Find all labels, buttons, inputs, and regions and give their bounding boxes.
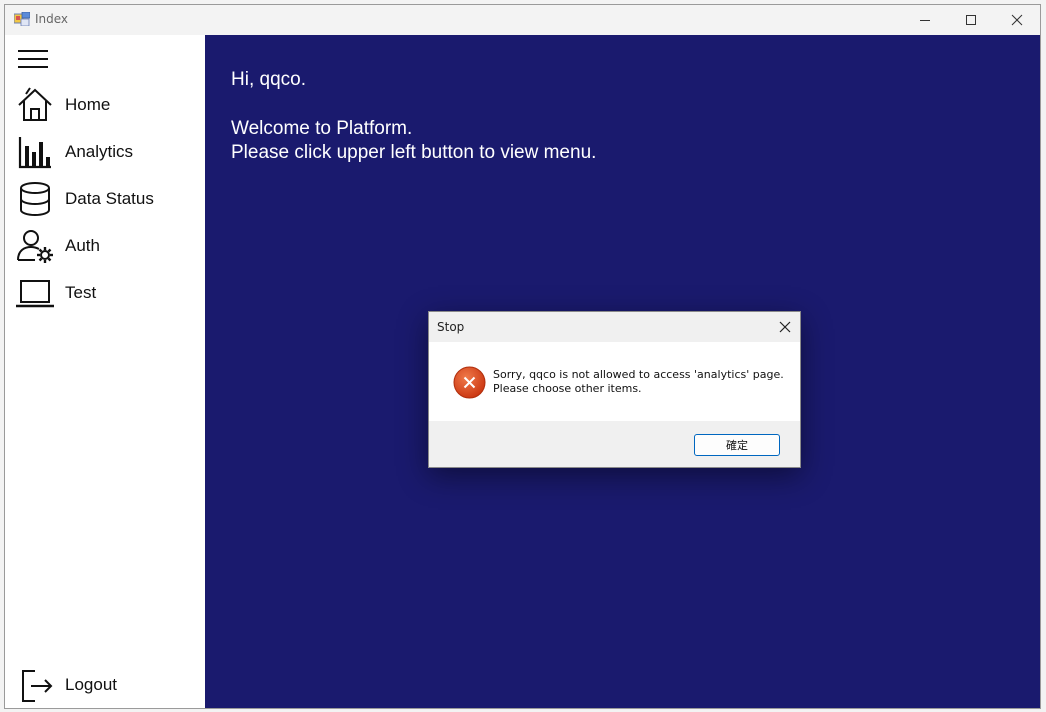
sidebar-item-auth[interactable]: Auth xyxy=(13,226,198,268)
app-icon xyxy=(14,12,30,26)
sidebar-item-label: Logout xyxy=(65,675,117,694)
window-title: Index xyxy=(35,12,69,26)
sidebar-item-logout[interactable]: Logout xyxy=(13,665,198,707)
menu-toggle-button[interactable] xyxy=(17,47,49,71)
hamburger-icon xyxy=(18,50,48,68)
message-line: Please choose other items. xyxy=(493,382,642,395)
sidebar-item-home[interactable]: Home xyxy=(13,85,198,127)
dialog-footer: 確定 xyxy=(429,421,800,467)
sidebar-item-label: Data Status xyxy=(65,189,154,208)
dialog-title: Stop xyxy=(437,320,465,334)
maximize-icon xyxy=(966,15,976,25)
sidebar-item-test[interactable]: Test xyxy=(13,273,198,315)
home-icon xyxy=(18,87,52,121)
dialog-title-bar[interactable]: Stop xyxy=(429,312,800,342)
title-bar[interactable]: Index xyxy=(5,5,1040,35)
minimize-icon xyxy=(920,20,930,21)
close-button[interactable] xyxy=(994,5,1040,35)
welcome-line: Please click upper left button to view m… xyxy=(231,142,597,163)
logout-icon xyxy=(22,670,53,702)
sidebar-item-label: Test xyxy=(65,283,97,302)
sidebar-item-analytics[interactable]: Analytics xyxy=(13,132,198,174)
sidebar: Home Analytics Data Status Auth Test Log… xyxy=(5,35,205,708)
error-dialog: Stop Sorry, qqco is not allowed to acces… xyxy=(428,311,801,468)
close-icon xyxy=(1011,14,1023,26)
database-icon xyxy=(20,182,50,216)
welcome-text: Welcome to Platform. Please click upper … xyxy=(231,117,596,165)
sidebar-item-data-status[interactable]: Data Status xyxy=(13,179,198,221)
message-line: Sorry, qqco is not allowed to access 'an… xyxy=(493,368,784,381)
bar-chart-icon xyxy=(18,137,51,169)
close-icon xyxy=(779,321,791,333)
dialog-message: Sorry, qqco is not allowed to access 'an… xyxy=(493,368,793,396)
error-icon xyxy=(453,366,486,399)
maximize-button[interactable] xyxy=(948,5,994,35)
sidebar-item-label: Auth xyxy=(65,236,100,255)
sidebar-item-label: Analytics xyxy=(65,142,134,161)
ok-button[interactable]: 確定 xyxy=(694,434,780,456)
user-settings-icon xyxy=(17,230,53,263)
laptop-icon xyxy=(16,280,54,308)
sidebar-item-label: Home xyxy=(65,95,111,114)
dialog-close-button[interactable] xyxy=(770,312,800,342)
minimize-button[interactable] xyxy=(902,5,948,35)
greeting-text: Hi, qqco. xyxy=(231,69,306,90)
welcome-line: Welcome to Platform. xyxy=(231,118,413,139)
